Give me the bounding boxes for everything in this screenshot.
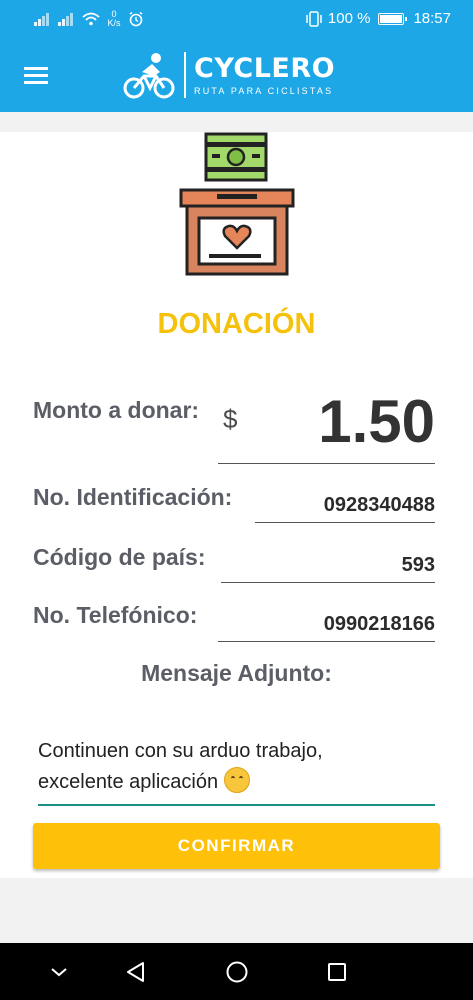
message-input[interactable]: Continuen con su arduo trabajo, excelent…	[38, 736, 435, 806]
battery-percent: 100 %	[327, 10, 371, 27]
id-field[interactable]: 0928340488	[255, 490, 435, 523]
amount-field[interactable]: 1.50	[218, 382, 435, 464]
donation-box-icon	[179, 132, 295, 276]
logo-separator	[184, 52, 186, 98]
amount-label: Monto a donar:	[33, 397, 200, 423]
recents-icon[interactable]	[322, 957, 352, 987]
page-title: DONACIÓN	[157, 308, 316, 340]
id-label: No. Identificación:	[33, 484, 233, 510]
battery-icon	[378, 12, 408, 25]
vibrate-icon	[306, 10, 322, 27]
signal-icon	[58, 12, 76, 26]
cyclist-icon	[123, 53, 175, 99]
message-line-2: excelente aplicación	[38, 771, 219, 793]
smiling-hug-emoji	[223, 767, 250, 793]
signal-icon	[34, 12, 52, 26]
logo-subtitle: RUTA PARA CICLISTAS	[194, 86, 334, 96]
message-label: Mensaje Adjunto:	[141, 660, 332, 686]
confirm-button[interactable]: CONFIRMAR	[33, 823, 440, 869]
country-code-field[interactable]: 593	[221, 550, 435, 583]
network-speed: 0 K/s	[106, 10, 122, 28]
message-line-1: Continuen con su arduo trabajo,	[38, 740, 323, 762]
app-logo: CYCLERO RUTA PARA CICLISTAS	[122, 50, 335, 100]
app-bar: CYCLERO RUTA PARA CICLISTAS	[0, 38, 473, 112]
menu-icon[interactable]	[24, 65, 48, 85]
phone-label: No. Telefónico:	[33, 602, 198, 628]
logo-title: CYCLERO	[194, 53, 336, 84]
wifi-icon	[82, 12, 100, 26]
country-code-label: Código de país:	[33, 544, 206, 570]
alarm-icon	[129, 11, 143, 27]
clock: 18:57	[413, 10, 451, 27]
status-bar: 0 K/s 100 % 18:57	[0, 0, 473, 38]
back-icon[interactable]	[121, 957, 151, 987]
phone-field[interactable]: 0990218166	[218, 609, 435, 642]
network-speed-unit: K/s	[107, 18, 121, 28]
navigation-bar	[0, 943, 473, 1000]
hide-keyboard-icon[interactable]	[44, 957, 74, 987]
donation-card: DONACIÓN Monto a donar: $ 1.50 No. Ident…	[0, 132, 473, 878]
home-icon[interactable]	[222, 957, 252, 987]
